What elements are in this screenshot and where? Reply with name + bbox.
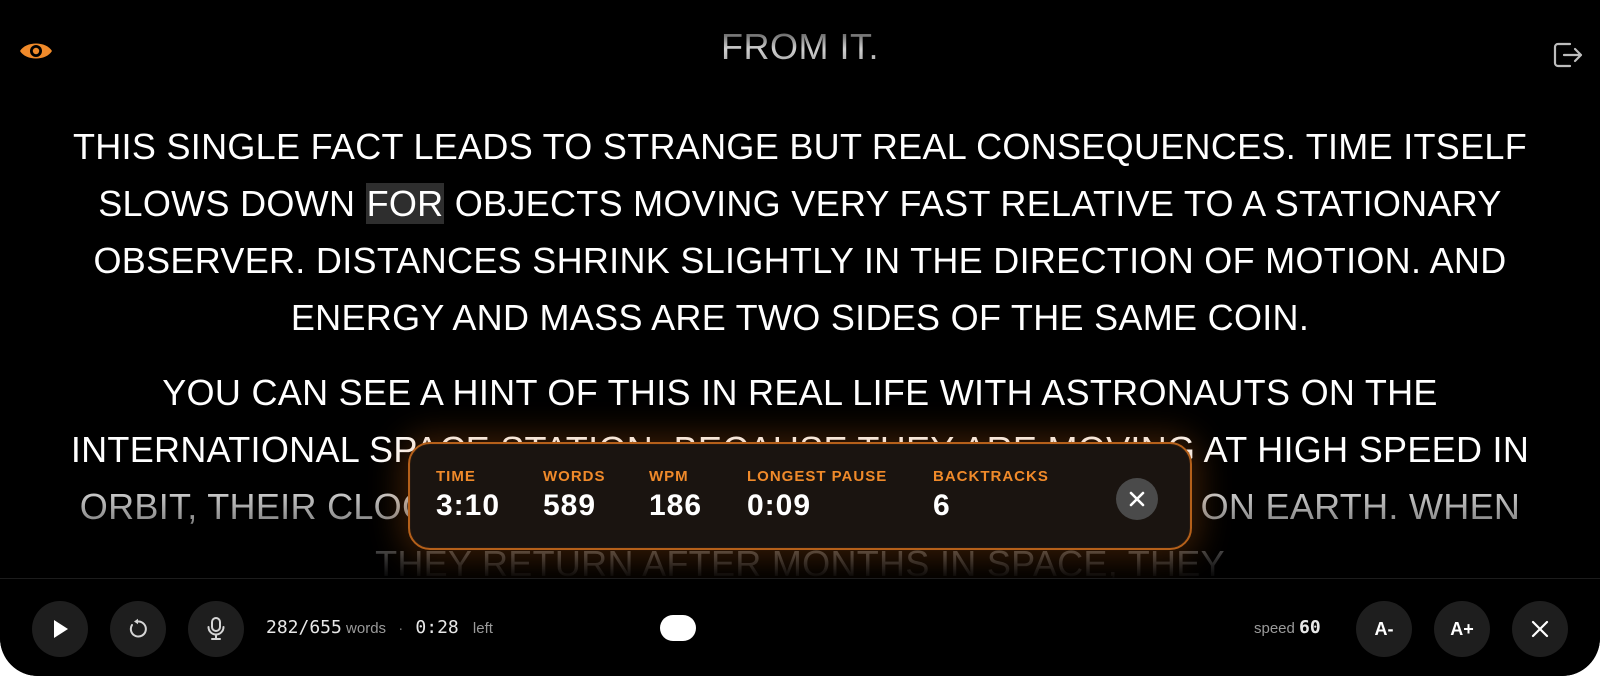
speed-label: speed [1254,620,1295,637]
decrease-font-button[interactable]: A- [1356,601,1412,657]
mode-toggle[interactable] [660,615,696,641]
words-read-count: 282/655 [266,617,342,638]
teleprompter-window: FROM IT. THIS SINGLE FACT LEADS TO STRAN… [0,0,1600,676]
exit-icon [1553,42,1583,68]
microphone-icon [207,617,225,640]
previous-line-text: FROM IT. [0,26,1600,68]
close-icon [1129,491,1145,507]
stat-wpm: WPM 186 [649,468,703,522]
words-label: words [346,620,387,637]
time-left-label: left [472,620,493,637]
microphone-button[interactable] [188,601,244,657]
play-button[interactable] [32,601,88,657]
close-icon [1531,620,1549,638]
restart-icon [129,618,147,638]
stat-longest-pause: LONGEST PAUSE 0:09 [747,468,888,522]
reading-progress: 282/655 words · 0:28 left [266,617,493,638]
stat-words: WORDS 589 [543,468,606,522]
paragraph: THIS SINGLE FACT LEADS TO STRANGE BUT RE… [72,126,1528,338]
exit-button[interactable] [1552,40,1584,70]
speed-value: 60 [1299,617,1321,638]
stat-backtracks: BACKTRACKS 6 [933,468,1049,522]
close-stats-button[interactable] [1116,478,1158,520]
time-left-value: 0:28 [415,617,459,638]
restart-button[interactable] [110,601,166,657]
play-icon [54,620,68,638]
bottom-toolbar: 282/655 words · 0:28 left speed 60 A- A+ [0,578,1600,676]
session-stats-panel: TIME 3:10 WORDS 589 WPM 186 LONGEST PAUS… [408,442,1192,550]
separator-dot: · [398,620,404,637]
close-button[interactable] [1512,601,1568,657]
increase-font-button[interactable]: A+ [1434,601,1490,657]
current-word-highlight: FOR [365,183,445,224]
stat-time: TIME 3:10 [436,468,501,522]
speed-readout: speed 60 [1254,617,1321,638]
